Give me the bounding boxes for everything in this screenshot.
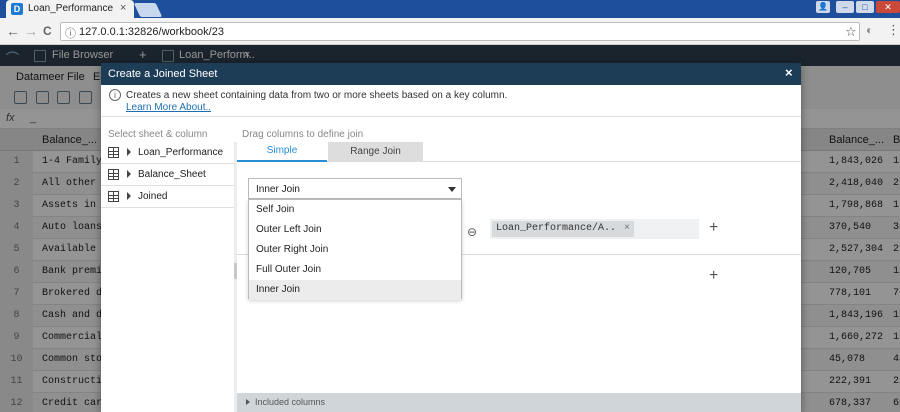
option-inner-join[interactable]: Inner Join (249, 280, 461, 300)
expand-caret-icon[interactable] (127, 170, 131, 178)
add-key-icon[interactable]: + (709, 219, 718, 237)
option-self-join[interactable]: Self Join (249, 200, 461, 220)
tab-close-icon[interactable]: × (120, 2, 126, 14)
info-icon: i (109, 89, 121, 101)
sheet-label: Loan_Performance (138, 147, 224, 158)
included-columns-bar[interactable]: Included columns (237, 393, 801, 412)
sheet-grid-icon (108, 191, 119, 202)
sheet-item-balance-sheet[interactable]: Balance_Sheet (101, 164, 234, 186)
join-editor: Inner Join Self Join Outer Left Join Out… (237, 162, 801, 393)
sheet-label: Balance_Sheet (138, 169, 206, 180)
option-outer-right-join[interactable]: Outer Right Join (249, 240, 461, 260)
join-type-value: Inner Join (256, 184, 300, 195)
join-type-select[interactable]: Inner Join (248, 178, 462, 199)
info-banner: i Creates a new sheet containing data fr… (101, 85, 801, 117)
back-icon[interactable]: ← (6, 23, 20, 39)
sheet-item-joined[interactable]: Joined (101, 186, 234, 208)
learn-more-link[interactable]: Learn More About.. (126, 102, 211, 113)
dialog-header: Create a Joined Sheet × (101, 63, 801, 85)
chip-remove-icon[interactable]: × (624, 221, 630, 237)
sheet-label: Joined (138, 191, 168, 202)
datameer-favicon-icon: D (11, 3, 23, 15)
join-heading: Drag columns to define join (242, 129, 364, 140)
extension-icon[interactable]: ◐ (866, 23, 873, 37)
option-outer-left-join[interactable]: Outer Left Join (249, 220, 461, 240)
browser-toolbar: ← → C ⓘ 127.0.0.1:32826/workbook/23 ☆ ◐ … (0, 18, 900, 45)
dropdown-arrow-icon[interactable] (448, 187, 456, 192)
expand-caret-icon[interactable] (127, 192, 131, 200)
join-key-field[interactable]: Loan_Performance/A.. × (490, 219, 699, 239)
url-text[interactable]: 127.0.0.1:32826/workbook/23 (79, 26, 224, 38)
page-info-icon[interactable]: ⓘ (65, 25, 76, 41)
reload-icon[interactable]: C (43, 24, 52, 38)
key-column-chip[interactable]: Loan_Performance/A.. × (492, 221, 635, 237)
forward-icon[interactable]: → (24, 23, 38, 39)
browser-menu-icon[interactable]: ⋮ (887, 22, 900, 38)
minimize-icon[interactable]: – (836, 1, 854, 13)
new-tab-button[interactable] (133, 3, 163, 17)
window-close-icon[interactable]: ✕ (876, 1, 900, 13)
tab-range-join[interactable]: Range Join (328, 142, 423, 162)
join-type-dropdown: Self Join Outer Left Join Outer Right Jo… (248, 199, 462, 300)
dialog-title: Create a Joined Sheet (108, 68, 218, 80)
maximize-icon[interactable]: □ (856, 1, 874, 13)
joined-sheet-dialog: Create a Joined Sheet × i Creates a new … (101, 63, 801, 412)
link-icon: ⊖ (467, 225, 478, 239)
expand-caret-icon[interactable] (246, 399, 250, 405)
browser-tab-title: Loan_Performance (28, 3, 114, 14)
sheet-selector-panel: Select sheet & column Loan_Performance B… (101, 117, 234, 412)
tab-simple[interactable]: Simple (237, 142, 327, 162)
join-definition-panel: Drag columns to define join Simple Range… (237, 117, 801, 412)
dialog-close-icon[interactable]: × (785, 65, 793, 80)
key-column-label: Loan_Performance/A.. (496, 223, 617, 234)
add-sheet-join-icon[interactable]: + (709, 267, 718, 285)
browser-tab[interactable]: D Loan_Performance × (6, 0, 134, 18)
included-columns-label: Included columns (255, 397, 326, 407)
address-bar[interactable]: ⓘ 127.0.0.1:32826/workbook/23 ☆ (60, 22, 860, 41)
option-full-outer-join[interactable]: Full Outer Join (249, 260, 461, 280)
sheet-item-loan-performance[interactable]: Loan_Performance (101, 142, 234, 164)
sheet-grid-icon (108, 147, 119, 158)
sheet-selector-heading: Select sheet & column (108, 129, 208, 140)
info-text: Creates a new sheet containing data from… (126, 90, 508, 101)
sheet-grid-icon (108, 169, 119, 180)
expand-caret-icon[interactable] (127, 148, 131, 156)
browser-titlebar: D Loan_Performance × 👤 – □ ✕ (0, 0, 900, 18)
join-tabs: Simple Range Join (237, 142, 801, 162)
bookmark-star-icon[interactable]: ☆ (845, 24, 857, 40)
user-icon[interactable]: 👤 (816, 1, 830, 13)
